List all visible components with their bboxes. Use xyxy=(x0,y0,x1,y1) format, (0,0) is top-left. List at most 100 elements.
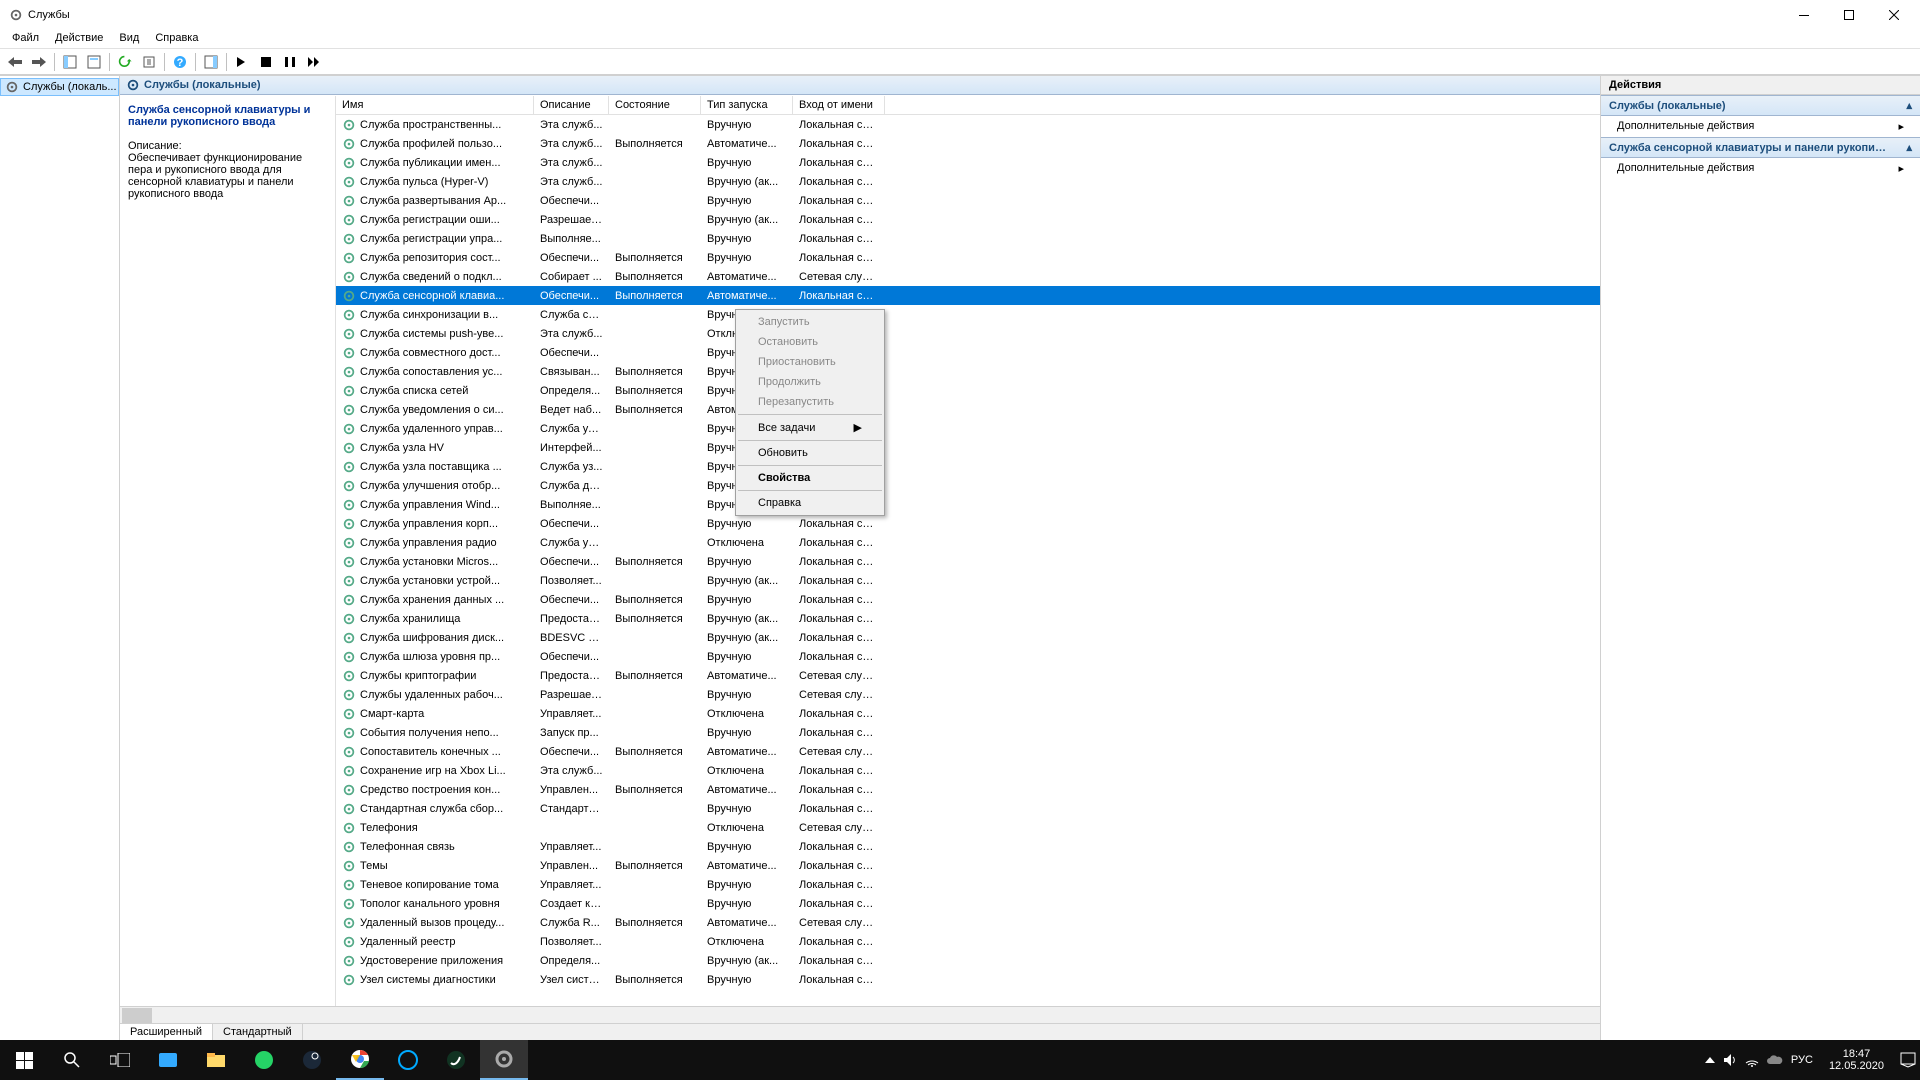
back-button[interactable] xyxy=(4,51,26,73)
taskbar-services[interactable] xyxy=(480,1040,528,1080)
tab-standard[interactable]: Стандартный xyxy=(213,1024,303,1040)
start-button[interactable] xyxy=(0,1040,48,1080)
maximize-button[interactable] xyxy=(1826,1,1871,29)
service-row[interactable]: Служба регистрации упра...Выполняе...Вру… xyxy=(336,229,1600,248)
service-row[interactable]: Служба синхронизации в...Служба си...Вру… xyxy=(336,305,1600,324)
forward-button[interactable] xyxy=(28,51,50,73)
stop-service-button[interactable] xyxy=(255,51,277,73)
service-row[interactable]: Телефонная связьУправляет...ВручнуюЛокал… xyxy=(336,837,1600,856)
service-row[interactable]: Служба репозитория сост...Обеспечи...Вып… xyxy=(336,248,1600,267)
service-row[interactable]: Служба пульса (Hyper-V)Эта служб...Вручн… xyxy=(336,172,1600,191)
task-view-button[interactable] xyxy=(96,1040,144,1080)
service-row[interactable]: ТелефонияОтключенаСетевая служба xyxy=(336,818,1600,837)
service-row[interactable]: Узел системы диагностикиУзел систе...Вып… xyxy=(336,970,1600,989)
service-row[interactable]: Служба хранения данных ...Обеспечи...Вып… xyxy=(336,590,1600,609)
close-button[interactable] xyxy=(1871,1,1916,29)
column-header[interactable]: Состояние xyxy=(609,96,701,114)
tray-notifications-icon[interactable] xyxy=(1900,1052,1916,1068)
show-hide-tree-button[interactable] xyxy=(59,51,81,73)
minimize-button[interactable] xyxy=(1781,1,1826,29)
service-row[interactable]: Средство построения кон...Управлен...Вып… xyxy=(336,780,1600,799)
service-row[interactable]: Служба установки устрой...Позволяет...Вр… xyxy=(336,571,1600,590)
menu-action[interactable]: Действие xyxy=(47,30,111,48)
tray-volume-icon[interactable] xyxy=(1723,1053,1737,1067)
action-item[interactable]: Дополнительные действия▸ xyxy=(1601,158,1920,179)
column-header[interactable]: Описание xyxy=(534,96,609,114)
service-row[interactable]: Служба хранилищаПредостав...ВыполняетсяВ… xyxy=(336,609,1600,628)
service-row[interactable]: События получения непо...Запуск пр...Вру… xyxy=(336,723,1600,742)
refresh-button[interactable] xyxy=(114,51,136,73)
service-row[interactable]: Удаленный реестрПозволяет...ОтключенаЛок… xyxy=(336,932,1600,951)
service-row[interactable]: Служба сопоставления ус...Связыван...Вып… xyxy=(336,362,1600,381)
taskbar-app-1[interactable] xyxy=(144,1040,192,1080)
service-row[interactable]: Служба пространственны...Эта служб...Вру… xyxy=(336,115,1600,134)
properties-button[interactable] xyxy=(83,51,105,73)
service-row[interactable]: Службы удаленных рабоч...Разрешает...Вру… xyxy=(336,685,1600,704)
service-row[interactable]: Служба узла поставщика ...Служба уз...Вр… xyxy=(336,457,1600,476)
restart-service-button[interactable] xyxy=(303,51,325,73)
taskbar-explorer[interactable] xyxy=(192,1040,240,1080)
pause-service-button[interactable] xyxy=(279,51,301,73)
context-menu-item[interactable]: Все задачи▶ xyxy=(738,417,882,438)
service-row[interactable]: Смарт-картаУправляет...ОтключенаЛокальна… xyxy=(336,704,1600,723)
tray-network-icon[interactable] xyxy=(1745,1053,1759,1067)
taskbar-chrome[interactable] xyxy=(336,1040,384,1080)
taskbar-app-4[interactable] xyxy=(432,1040,480,1080)
context-menu-item[interactable]: Обновить xyxy=(738,443,882,463)
cell: Разрешает... xyxy=(534,214,609,226)
service-row[interactable]: Тополог канального уровняСоздает ка...Вр… xyxy=(336,894,1600,913)
service-row[interactable]: Стандартная служба сбор...Стандартн...Вр… xyxy=(336,799,1600,818)
service-row[interactable]: Служба списка сетейОпределя...Выполняетс… xyxy=(336,381,1600,400)
column-header[interactable]: Имя xyxy=(336,96,534,114)
horizontal-scrollbar[interactable] xyxy=(120,1006,1600,1023)
tray-chevron-icon[interactable] xyxy=(1705,1057,1715,1063)
start-service-button[interactable] xyxy=(231,51,253,73)
column-header[interactable]: Тип запуска xyxy=(701,96,793,114)
tray-onedrive-icon[interactable] xyxy=(1767,1055,1783,1065)
service-row[interactable]: Служба регистрации оши...Разрешает...Вру… xyxy=(336,210,1600,229)
service-row[interactable]: Служба профилей пользо...Эта служб...Вып… xyxy=(336,134,1600,153)
service-row[interactable]: Сопоставитель конечных ...Обеспечи...Вып… xyxy=(336,742,1600,761)
service-row[interactable]: Служба публикации имен...Эта служб...Вру… xyxy=(336,153,1600,172)
taskbar-app-3[interactable] xyxy=(384,1040,432,1080)
service-row[interactable]: Удаленный вызов процеду...Служба R...Вып… xyxy=(336,913,1600,932)
menu-help[interactable]: Справка xyxy=(147,30,206,48)
action-item[interactable]: Дополнительные действия▸ xyxy=(1601,116,1920,137)
taskbar-app-2[interactable] xyxy=(240,1040,288,1080)
service-row[interactable]: Теневое копирование томаУправляет...Вруч… xyxy=(336,875,1600,894)
context-menu-item[interactable]: Справка xyxy=(738,493,882,513)
search-button[interactable] xyxy=(48,1040,96,1080)
taskbar-steam[interactable] xyxy=(288,1040,336,1080)
service-row[interactable]: Служба улучшения отобр...Служба дл...Вру… xyxy=(336,476,1600,495)
context-menu-item[interactable]: Свойства xyxy=(738,468,882,488)
service-row[interactable]: Службы криптографииПредостав...Выполняет… xyxy=(336,666,1600,685)
help-button[interactable]: ? xyxy=(169,51,191,73)
menu-view[interactable]: Вид xyxy=(111,30,147,48)
service-row[interactable]: Служба узла HVИнтерфей...ВручнуюЛокальна… xyxy=(336,438,1600,457)
tray-clock[interactable]: 18:47 12.05.2020 xyxy=(1821,1048,1892,1072)
tab-extended[interactable]: Расширенный xyxy=(120,1024,213,1040)
service-row[interactable]: Служба совместного дост...Обеспечи...Вру… xyxy=(336,343,1600,362)
service-row[interactable]: Служба сведений о подкл...Собирает ...Вы… xyxy=(336,267,1600,286)
service-row[interactable]: Служба управления корп...Обеспечи...Вруч… xyxy=(336,514,1600,533)
service-row[interactable]: Служба развертывания Ap...Обеспечи...Вру… xyxy=(336,191,1600,210)
service-row[interactable]: Служба уведомления о си...Ведет наб...Вы… xyxy=(336,400,1600,419)
menu-file[interactable]: Файл xyxy=(4,30,47,48)
service-row[interactable]: Служба установки Micros...Обеспечи...Вып… xyxy=(336,552,1600,571)
service-row[interactable]: ТемыУправлен...ВыполняетсяАвтоматиче...Л… xyxy=(336,856,1600,875)
list-rows[interactable]: Служба пространственны...Эта служб...Вру… xyxy=(336,115,1600,1006)
export-button[interactable] xyxy=(138,51,160,73)
service-row[interactable]: Служба управления радиоСлужба уп...Отклю… xyxy=(336,533,1600,552)
service-row[interactable]: Сохранение игр на Xbox Li...Эта служб...… xyxy=(336,761,1600,780)
service-row[interactable]: Служба удаленного управ...Служба уд...Вр… xyxy=(336,419,1600,438)
column-header[interactable]: Вход от имени xyxy=(793,96,885,114)
tray-language[interactable]: РУС xyxy=(1791,1054,1813,1066)
show-hide-action-button[interactable] xyxy=(200,51,222,73)
service-row[interactable]: Удостоверение приложенияОпределя...Вручн… xyxy=(336,951,1600,970)
service-row[interactable]: Служба управления Wind...Выполняе...Вруч… xyxy=(336,495,1600,514)
service-row[interactable]: Служба системы push-уве...Эта служб...От… xyxy=(336,324,1600,343)
service-row[interactable]: Служба сенсорной клавиа...Обеспечи...Вып… xyxy=(336,286,1600,305)
tree-root-item[interactable]: Службы (локаль... xyxy=(0,78,119,96)
service-row[interactable]: Служба шлюза уровня пр...Обеспечи...Вруч… xyxy=(336,647,1600,666)
service-row[interactable]: Служба шифрования диск...BDESVC пр...Вру… xyxy=(336,628,1600,647)
